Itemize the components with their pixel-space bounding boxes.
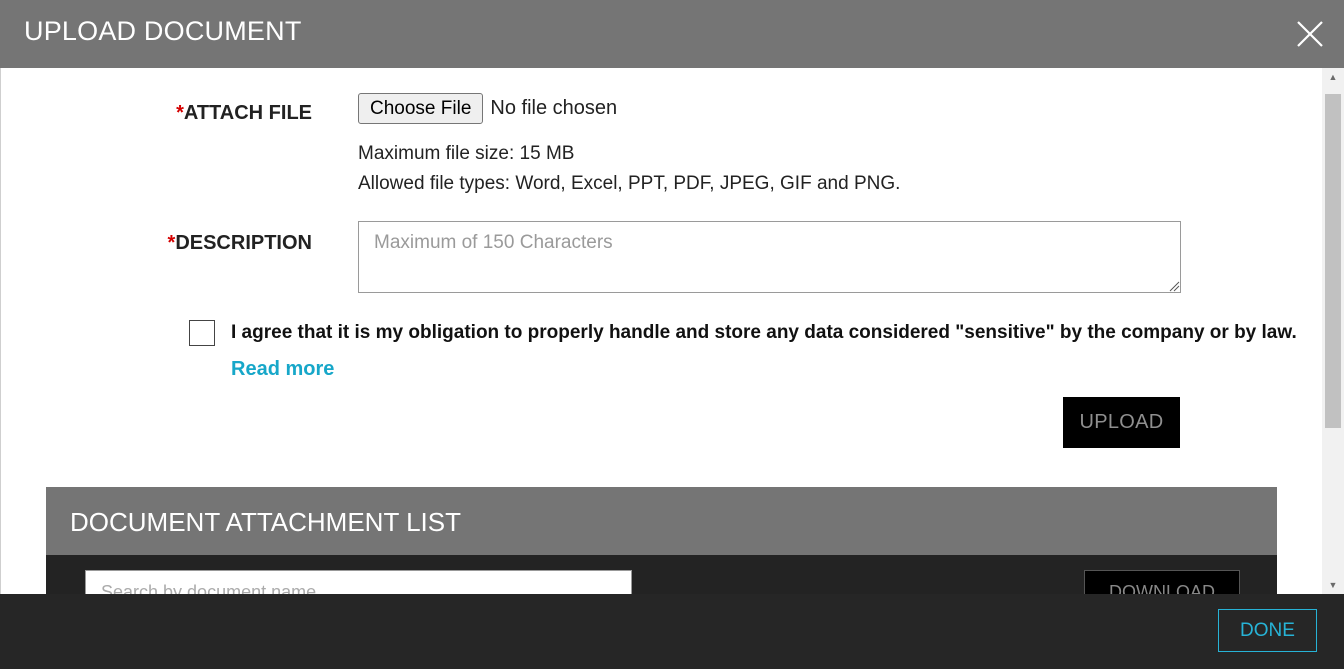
- required-mark: *: [176, 102, 184, 124]
- close-icon[interactable]: [1294, 18, 1326, 50]
- modal-body: *ATTACH FILE Choose File No file chosen …: [0, 68, 1344, 594]
- file-input: Choose File No file chosen: [358, 93, 617, 124]
- description-label-text: DESCRIPTION: [175, 232, 312, 254]
- scrollbar-thumb[interactable]: [1325, 94, 1341, 428]
- description-input[interactable]: [358, 221, 1181, 293]
- scroll-up-icon[interactable]: ▲: [1322, 68, 1344, 86]
- modal-title: UPLOAD DOCUMENT: [24, 16, 302, 46]
- scroll-down-icon[interactable]: ▼: [1322, 576, 1344, 594]
- attachment-list-header: DOCUMENT ATTACHMENT LIST: [46, 487, 1277, 555]
- download-button[interactable]: DOWNLOAD: [1084, 570, 1240, 594]
- left-border: [0, 68, 1, 594]
- attach-file-label: *ATTACH FILE: [176, 102, 312, 125]
- agreement-checkbox[interactable]: [189, 320, 215, 346]
- max-file-size-hint: Maximum file size: 15 MB: [358, 143, 575, 164]
- close-icon-svg: [1297, 21, 1323, 47]
- description-label: *DESCRIPTION: [168, 232, 312, 255]
- choose-file-button[interactable]: Choose File: [358, 93, 484, 124]
- upload-button[interactable]: UPLOAD: [1063, 397, 1180, 448]
- agreement-text: I agree that it is my obligation to prop…: [231, 322, 1297, 343]
- modal-footer: DONE: [0, 594, 1344, 669]
- read-more-link[interactable]: Read more: [231, 358, 334, 381]
- allowed-file-types-hint: Allowed file types: Word, Excel, PPT, PD…: [358, 173, 901, 194]
- attach-file-label-text: ATTACH FILE: [183, 102, 312, 124]
- resize-grip-icon[interactable]: [1168, 280, 1180, 292]
- vertical-scrollbar[interactable]: ▲ ▼: [1322, 68, 1344, 594]
- attachment-list-title: DOCUMENT ATTACHMENT LIST: [70, 507, 461, 537]
- done-button[interactable]: DONE: [1218, 609, 1317, 652]
- no-file-chosen-text: No file chosen: [490, 97, 618, 119]
- modal-header: UPLOAD DOCUMENT: [0, 0, 1344, 68]
- document-search-input[interactable]: [85, 570, 632, 594]
- document-attachment-list: DOCUMENT ATTACHMENT LIST DOWNLOAD: [46, 487, 1277, 594]
